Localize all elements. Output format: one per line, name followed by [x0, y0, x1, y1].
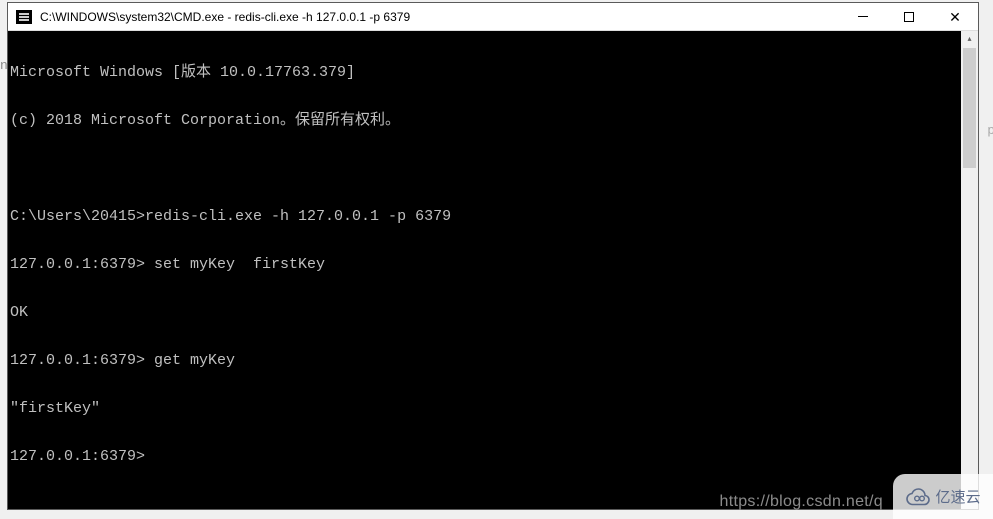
watermark-url: https://blog.csdn.net/q: [720, 493, 883, 511]
scroll-thumb[interactable]: [963, 48, 976, 168]
watermark-badge: 亿速云: [893, 474, 993, 519]
cmd-icon: [16, 10, 32, 24]
terminal-line: OK: [10, 305, 978, 321]
minimize-icon: [858, 16, 868, 17]
scroll-track[interactable]: [961, 48, 978, 492]
terminal-line: (c) 2018 Microsoft Corporation。保留所有权利。: [10, 113, 978, 129]
terminal-line: 127.0.0.1:6379> get myKey: [10, 353, 978, 369]
window-title: C:\WINDOWS\system32\CMD.exe - redis-cli.…: [38, 10, 840, 24]
terminal-line: Microsoft Windows [版本 10.0.17763.379]: [10, 65, 978, 81]
terminal-line: "firstKey": [10, 401, 978, 417]
close-button[interactable]: ✕: [932, 3, 978, 30]
cloud-icon: [905, 487, 931, 507]
maximize-icon: [904, 12, 914, 22]
close-icon: ✕: [949, 10, 961, 24]
scroll-up-icon[interactable]: ▴: [961, 31, 978, 48]
terminal-line: 127.0.0.1:6379> set myKey firstKey: [10, 257, 978, 273]
titlebar[interactable]: C:\WINDOWS\system32\CMD.exe - redis-cli.…: [8, 3, 978, 31]
maximize-button[interactable]: [886, 3, 932, 30]
window-controls: ✕: [840, 3, 978, 30]
minimize-button[interactable]: [840, 3, 886, 30]
cmd-window: C:\WINDOWS\system32\CMD.exe - redis-cli.…: [7, 2, 979, 510]
terminal-area[interactable]: Microsoft Windows [版本 10.0.17763.379] (c…: [8, 31, 978, 509]
terminal-line: 127.0.0.1:6379>: [10, 449, 978, 465]
watermark-brand-text: 亿速云: [935, 486, 980, 507]
terminal-line: [10, 161, 978, 177]
scrollbar-vertical[interactable]: ▴ ▾: [961, 31, 978, 509]
bg-fragment-right: p: [987, 123, 993, 138]
terminal-line: C:\Users\20415>redis-cli.exe -h 127.0.0.…: [10, 209, 978, 225]
